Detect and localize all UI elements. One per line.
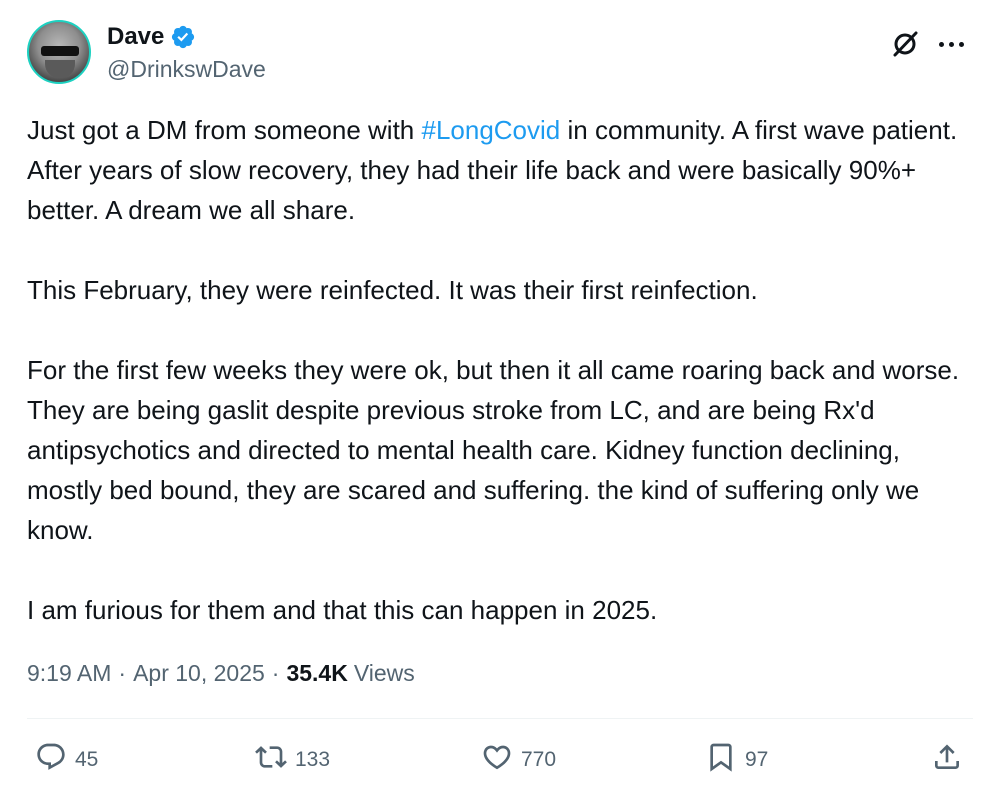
author-name-row: Dave — [107, 22, 196, 52]
author-name[interactable]: Dave — [107, 23, 164, 51]
tweet-paragraph-2: This February, they were reinfected. It … — [27, 275, 758, 305]
hashtag-link[interactable]: #LongCovid — [421, 115, 560, 145]
divider — [27, 718, 973, 719]
action-bar: 45 133 770 97 — [27, 735, 973, 785]
bookmark-count: 97 — [745, 748, 769, 771]
meta-separator: · — [271, 660, 280, 686]
tweet-paragraph-1: Just got a DM from someone with #LongCov… — [27, 110, 977, 230]
reply-button[interactable]: 45 — [35, 735, 98, 785]
author-handle[interactable]: @DrinkswDave — [107, 56, 266, 83]
bookmark-icon — [705, 741, 737, 779]
avatar-glasses — [41, 46, 79, 56]
like-count: 770 — [521, 748, 557, 771]
tweet-paragraph-4: I am furious for them and that this can … — [27, 595, 658, 625]
reply-icon — [35, 741, 67, 779]
meta-separator: · — [118, 660, 127, 686]
share-button[interactable] — [931, 735, 963, 785]
avatar[interactable] — [27, 20, 91, 84]
views-label: Views — [353, 660, 415, 686]
tweet-text: Just got a DM from someone with #LongCov… — [27, 110, 977, 630]
bookmark-button[interactable]: 97 — [705, 735, 768, 785]
verified-badge-icon — [170, 24, 196, 50]
tweet-paragraph-3: For the first few weeks they were ok, bu… — [27, 355, 960, 545]
tweet-text-segment: Just got a DM from someone with — [27, 115, 422, 145]
tweet-time[interactable]: 9:19 AM — [27, 660, 111, 687]
views-count: 35.4K — [286, 660, 348, 686]
tweet-date[interactable]: Apr 10, 2025 — [133, 660, 265, 687]
more-icon[interactable] — [939, 40, 971, 48]
repost-button[interactable]: 133 — [255, 735, 330, 785]
avatar-beard — [45, 60, 75, 78]
tweet-header: Dave @DrinkswDave — [27, 18, 973, 88]
reply-count: 45 — [75, 748, 99, 771]
grok-icon[interactable] — [889, 28, 921, 60]
tweet-meta: 9:19 AM · Apr 10, 2025 · 35.4K Views — [27, 660, 415, 687]
like-button[interactable]: 770 — [481, 735, 556, 785]
repost-count: 133 — [295, 748, 331, 771]
repost-icon — [255, 741, 287, 779]
share-icon — [931, 741, 963, 779]
heart-icon — [481, 741, 513, 779]
